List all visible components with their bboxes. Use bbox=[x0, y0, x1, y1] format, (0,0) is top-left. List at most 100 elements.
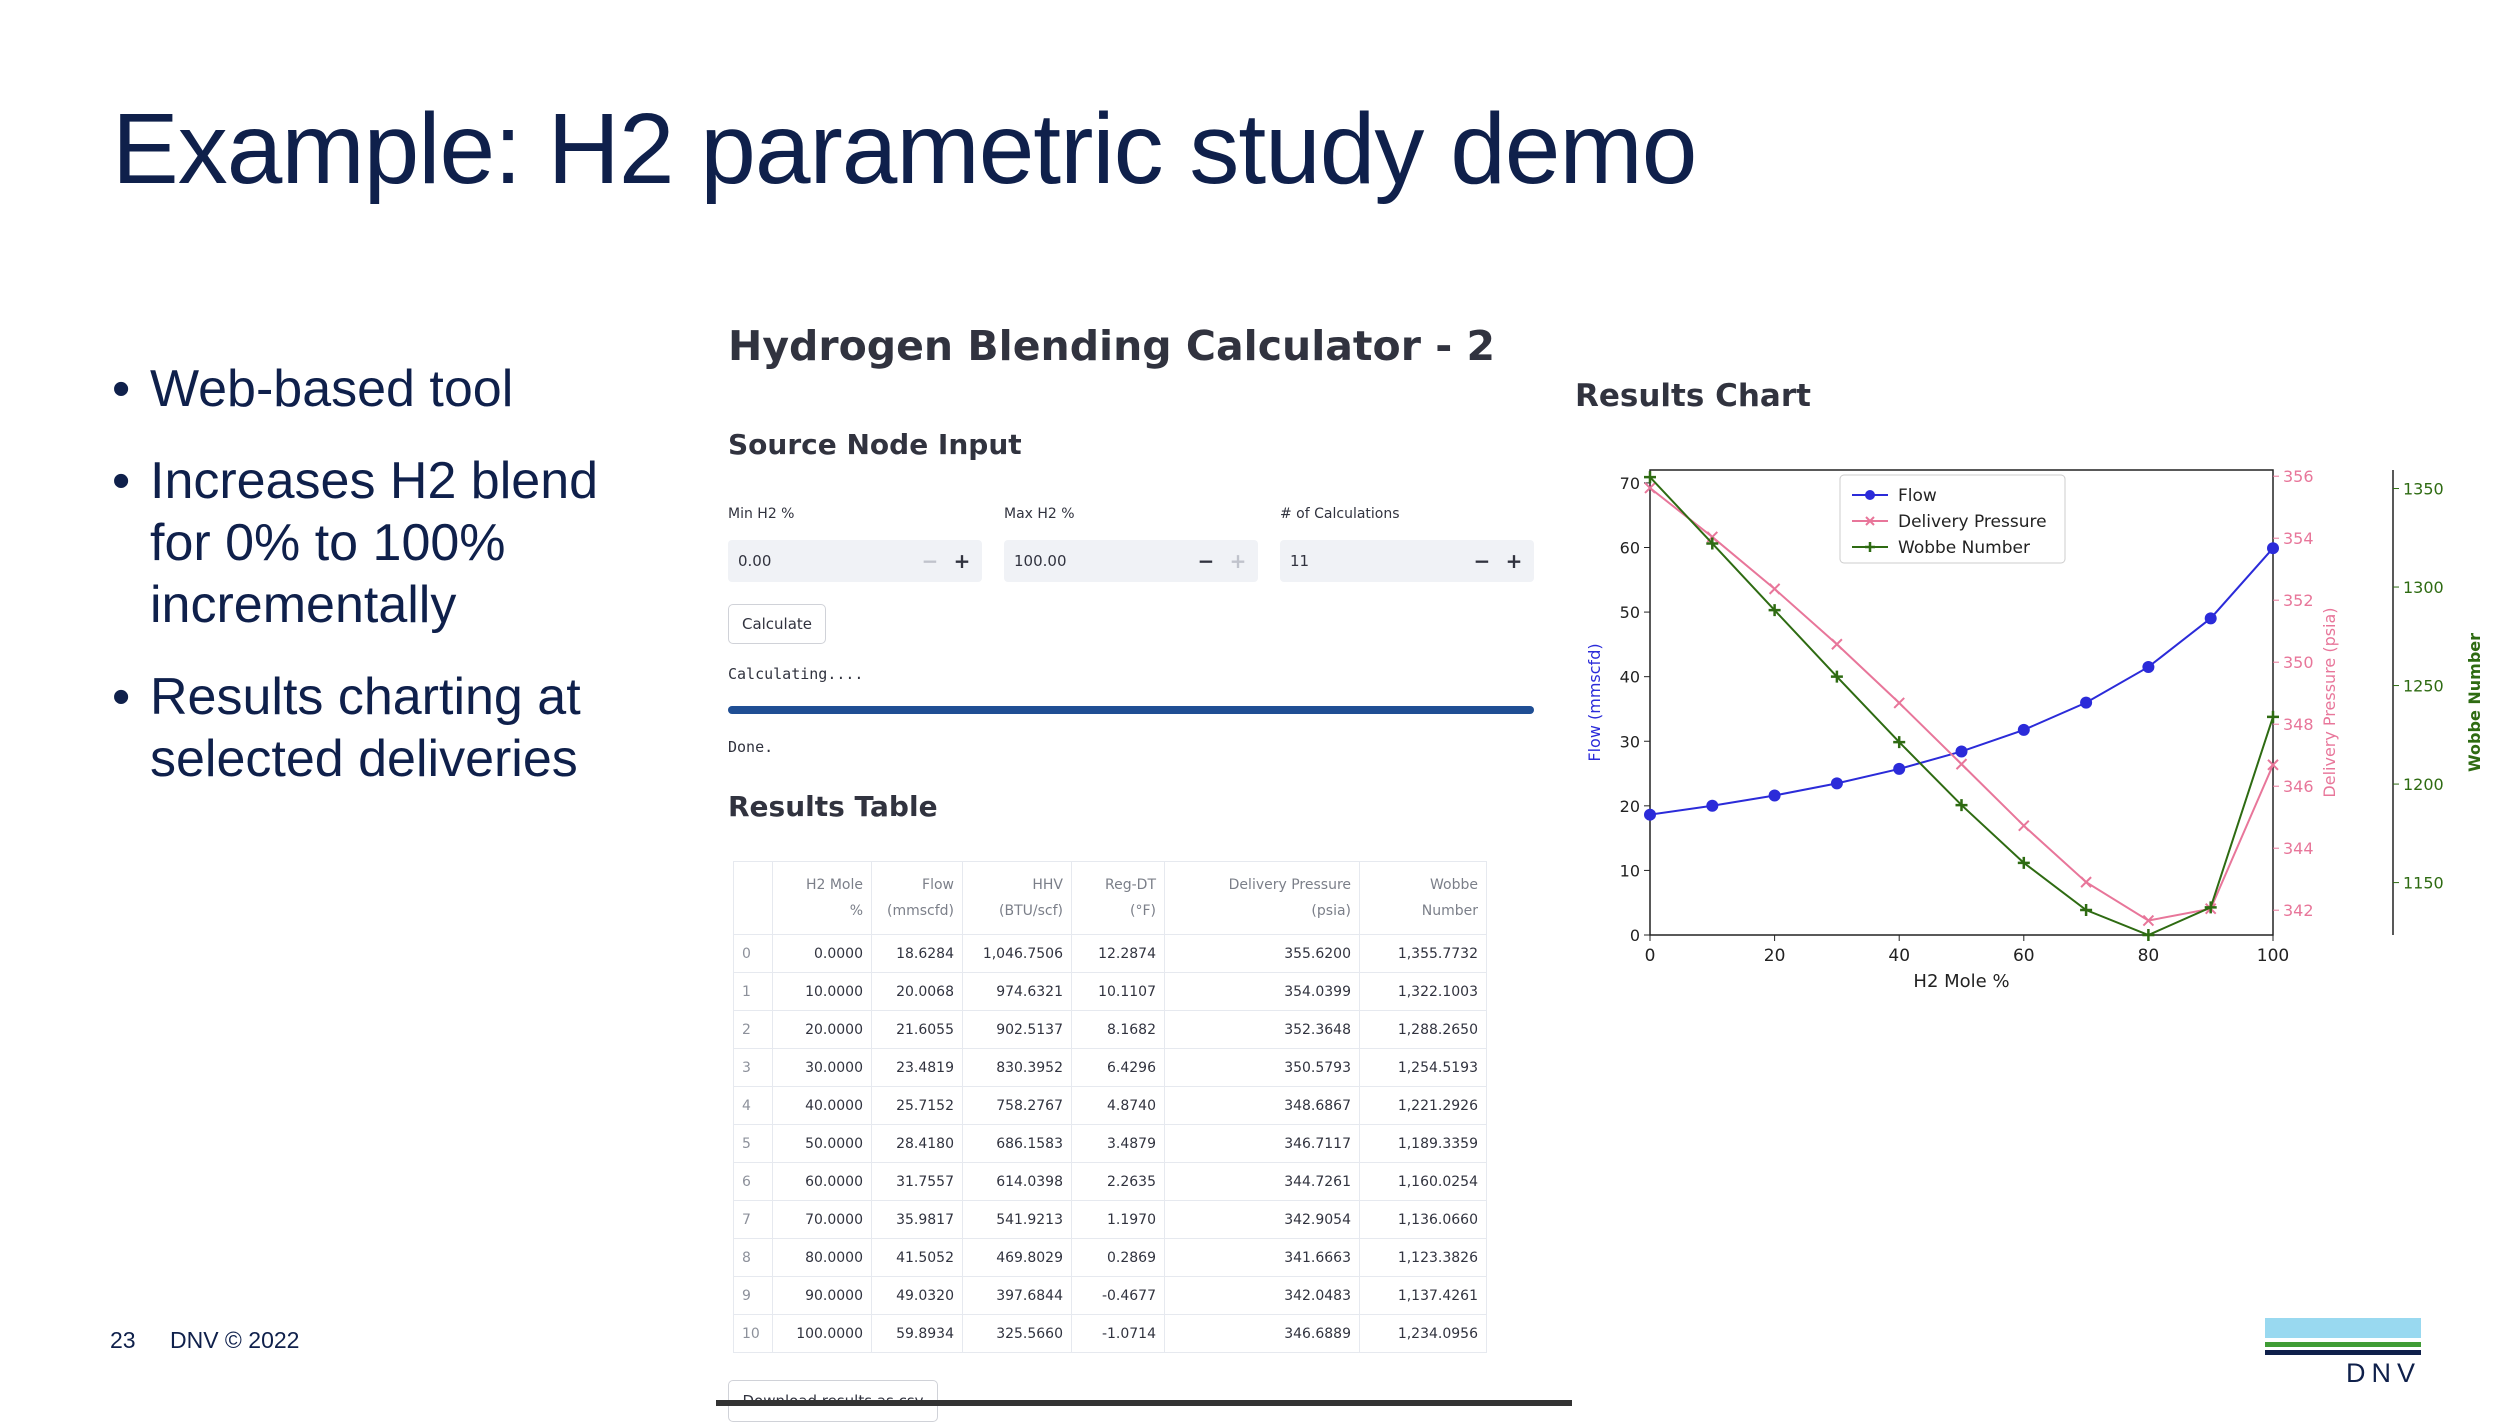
table-cell: 1,234.0956 bbox=[1359, 1314, 1487, 1353]
num-calculations-value[interactable]: 11 bbox=[1290, 552, 1309, 570]
table-row[interactable]: 1 10.0000 20.0068 974.6321 10.1107 354.0399 1,… bbox=[733, 972, 1487, 1011]
table-cell: 21.6055 bbox=[871, 1010, 963, 1049]
row-index: 9 bbox=[733, 1276, 773, 1315]
slide-title: Example: H2 parametric study demo bbox=[112, 93, 1697, 205]
table-cell: 35.9817 bbox=[871, 1200, 963, 1239]
table-cell: 355.6200 bbox=[1164, 934, 1360, 973]
table-cell: 1,221.2926 bbox=[1359, 1086, 1487, 1125]
legend-label: Wobbe Number bbox=[1898, 538, 2030, 558]
num-calculations-label: # of Calculations bbox=[1280, 506, 1400, 522]
column-header[interactable]: Reg-DT (°F) bbox=[1071, 861, 1165, 935]
table-cell: 902.5137 bbox=[962, 1010, 1072, 1049]
y-tick-label: 1250 bbox=[2403, 677, 2444, 696]
source-node-heading: Source Node Input bbox=[728, 428, 1022, 461]
table-cell: 20.0000 bbox=[772, 1010, 872, 1049]
done-status: Done. bbox=[728, 738, 774, 756]
table-cell: 1,288.2650 bbox=[1359, 1010, 1487, 1049]
y-tick-label: 30 bbox=[1620, 732, 1640, 751]
table-cell: 974.6321 bbox=[962, 972, 1072, 1011]
y-tick-label: 352 bbox=[2283, 591, 2314, 610]
table-cell: 1,160.0254 bbox=[1359, 1162, 1487, 1201]
y-tick-label: 350 bbox=[2283, 653, 2314, 672]
table-cell: 325.5660 bbox=[962, 1314, 1072, 1353]
x-tick-label: 40 bbox=[1888, 946, 1910, 966]
y-tick-label: 356 bbox=[2283, 467, 2314, 486]
results-table-heading: Results Table bbox=[728, 790, 938, 823]
y-tick-label: 70 bbox=[1620, 474, 1640, 493]
data-point bbox=[2080, 696, 2093, 709]
column-header[interactable]: Flow (mmscfd) bbox=[871, 861, 963, 935]
data-point bbox=[1893, 762, 1906, 775]
column-header[interactable]: Wobbe Number bbox=[1359, 861, 1487, 935]
table-cell: 1,123.3826 bbox=[1359, 1238, 1487, 1277]
table-cell: 397.6844 bbox=[962, 1276, 1072, 1315]
bullet-item: Increases H2 blend for 0% to 100% increm… bbox=[112, 450, 672, 636]
table-row[interactable]: 7 70.0000 35.9817 541.9213 1.1970 342.9054 1,1… bbox=[733, 1200, 1487, 1239]
min-h2-input[interactable]: 0.00 − + bbox=[728, 540, 982, 582]
table-cell: 350.5793 bbox=[1164, 1048, 1360, 1087]
max-h2-input[interactable]: 100.00 − + bbox=[1004, 540, 1258, 582]
x-tick-label: 0 bbox=[1645, 946, 1656, 966]
column-header[interactable]: HHV (BTU/scf) bbox=[962, 861, 1072, 935]
table-cell: 25.7152 bbox=[871, 1086, 963, 1125]
y-tick-label: 40 bbox=[1620, 668, 1640, 687]
table-cell: 80.0000 bbox=[772, 1238, 872, 1277]
num-calculations-input[interactable]: 11 − + bbox=[1280, 540, 1534, 582]
dnv-logo: DNV bbox=[2265, 1318, 2421, 1388]
plus-icon[interactable]: + bbox=[1500, 547, 1528, 575]
screenshot-divider bbox=[716, 1400, 1572, 1406]
row-index: 7 bbox=[733, 1200, 773, 1239]
minus-icon[interactable]: − bbox=[1192, 547, 1220, 575]
x-axis-label: H2 Mole % bbox=[1913, 971, 2009, 992]
row-index: 2 bbox=[733, 1010, 773, 1049]
column-header[interactable]: H2 Mole% bbox=[772, 861, 872, 935]
x-tick-label: 80 bbox=[2138, 946, 2160, 966]
bullet-item: Results charting at selected deliveries bbox=[112, 666, 672, 790]
logo-stripe bbox=[2265, 1342, 2421, 1347]
bullet-item: Web-based tool bbox=[112, 358, 672, 420]
table-row[interactable]: 6 60.0000 31.7557 614.0398 2.2635 344.7261 1,1… bbox=[733, 1162, 1487, 1201]
table-cell: 20.0068 bbox=[871, 972, 963, 1011]
table-cell: 1,046.7506 bbox=[962, 934, 1072, 973]
results-table: H2 Mole% Flow (mmscfd) HHV (BTU/scf) Reg-D… bbox=[733, 861, 1487, 1353]
max-h2-label: Max H2 % bbox=[1004, 506, 1075, 522]
data-point bbox=[2080, 876, 2092, 888]
table-cell: 60.0000 bbox=[772, 1162, 872, 1201]
table-row[interactable]: 0 0.0000 18.6284 1,046.7506 12.2874 355.6200 1… bbox=[733, 934, 1487, 973]
max-h2-value[interactable]: 100.00 bbox=[1014, 552, 1067, 570]
y-tick-label: 0 bbox=[1630, 926, 1640, 945]
table-row[interactable]: 4 40.0000 25.7152 758.2767 4.8740 348.6867 1,2… bbox=[733, 1086, 1487, 1125]
table-cell: 1,137.4261 bbox=[1359, 1276, 1487, 1315]
data-point bbox=[1955, 758, 1968, 770]
y-tick-label: 344 bbox=[2283, 839, 2314, 858]
column-header[interactable]: Delivery Pressure (psia) bbox=[1164, 861, 1360, 935]
data-point bbox=[2267, 710, 2279, 723]
data-point bbox=[1768, 789, 1781, 802]
data-point bbox=[1830, 777, 1843, 790]
table-row[interactable]: 3 30.0000 23.4819 830.3952 6.4296 350.5793 1,2… bbox=[733, 1048, 1487, 1087]
calculate-button[interactable]: Calculate bbox=[728, 604, 826, 644]
data-point bbox=[2018, 819, 2030, 832]
table-cell: 348.6867 bbox=[1164, 1086, 1360, 1125]
table-row[interactable]: 2 20.0000 21.6055 902.5137 8.1682 352.3648 1,2… bbox=[733, 1010, 1487, 1049]
table-row[interactable]: 9 90.0000 49.0320 397.6844 -0.4677 342.0483 1,… bbox=[733, 1276, 1487, 1315]
legend-marker bbox=[1865, 490, 1875, 500]
table-row[interactable]: 5 50.0000 28.4180 686.1583 3.4879 346.7117 1,1… bbox=[733, 1124, 1487, 1163]
table-cell: 1,355.7732 bbox=[1359, 934, 1487, 973]
plus-icon[interactable]: + bbox=[1224, 547, 1252, 575]
minus-icon[interactable]: − bbox=[1468, 547, 1496, 575]
footer: 23 DNV © 2022 bbox=[110, 1327, 299, 1354]
table-row[interactable]: 8 80.0000 41.5052 469.8029 0.2869 341.6663 1,1… bbox=[733, 1238, 1487, 1277]
y-tick-label: 342 bbox=[2283, 901, 2314, 920]
index-header bbox=[733, 861, 773, 935]
row-index: 5 bbox=[733, 1124, 773, 1163]
table-cell: 6.4296 bbox=[1071, 1048, 1165, 1087]
min-h2-value[interactable]: 0.00 bbox=[738, 552, 771, 570]
plus-icon[interactable]: + bbox=[948, 547, 976, 575]
table-cell: 346.6889 bbox=[1164, 1314, 1360, 1353]
table-row[interactable]: 10 100.0000 59.8934 325.5660 -1.0714 346.6889… bbox=[733, 1314, 1487, 1353]
progress-bar bbox=[728, 706, 1534, 714]
minus-icon[interactable]: − bbox=[916, 547, 944, 575]
data-point bbox=[2204, 612, 2217, 625]
row-index: 6 bbox=[733, 1162, 773, 1201]
